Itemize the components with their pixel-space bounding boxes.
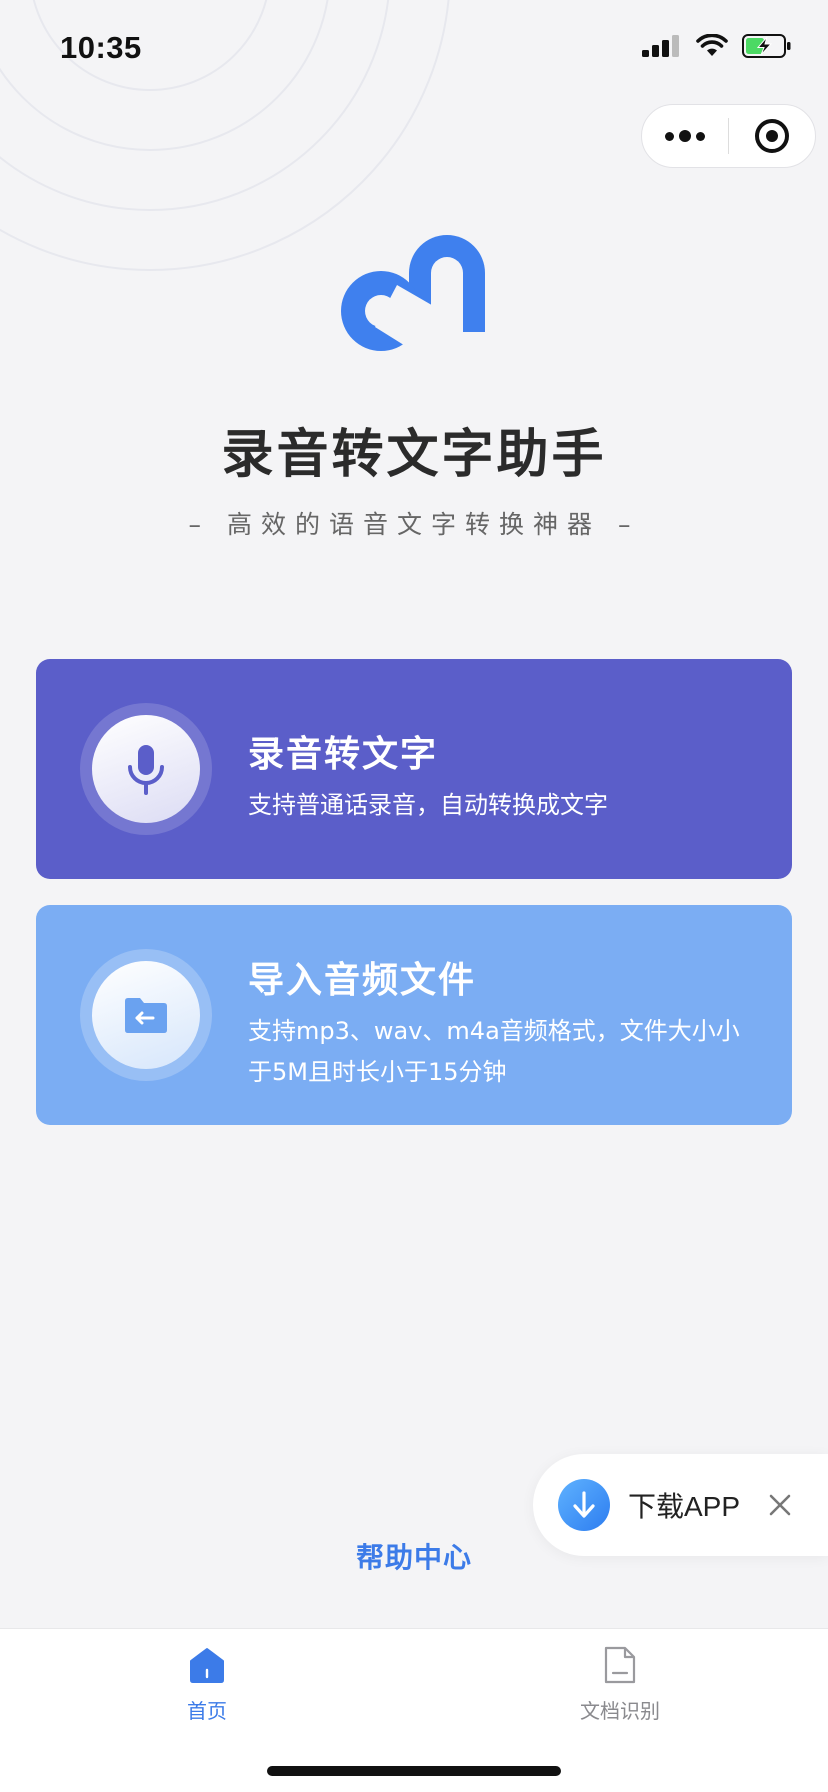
- battery-charging-icon: [742, 34, 791, 58]
- signal-icon: [642, 35, 679, 57]
- exit-miniprogram-button[interactable]: [729, 105, 815, 167]
- status-icons: [642, 34, 792, 58]
- help-center-link[interactable]: 帮助中心: [0, 1536, 828, 1576]
- download-app-label: 下载APP: [628, 1491, 741, 1522]
- status-time: 10:35: [60, 30, 142, 65]
- close-download-banner-button[interactable]: [766, 1491, 794, 1519]
- home-icon: [190, 1648, 224, 1683]
- wifi-icon: [696, 34, 728, 56]
- card-icon-halo: [80, 703, 212, 835]
- folder-import-icon: [125, 998, 167, 1033]
- microphone-icon: [128, 745, 164, 795]
- more-options-button[interactable]: [642, 105, 728, 167]
- close-icon: [769, 1494, 791, 1516]
- tab-home[interactable]: 首页: [137, 1643, 277, 1724]
- record-to-text-card[interactable]: 录音转文字 支持普通话录音，自动转换成文字: [36, 659, 792, 879]
- tab-document-recognition[interactable]: 文档识别: [550, 1643, 690, 1724]
- document-icon: [604, 1646, 636, 1684]
- import-audio-card[interactable]: 导入音频文件 支持mp3、wav、m4a音频格式，文件大小小于5M且时长小于15…: [36, 905, 792, 1125]
- tab-label: 首页: [187, 1699, 227, 1723]
- miniprogram-capsule: [641, 104, 816, 168]
- card-icon-disc: [92, 715, 200, 823]
- card-description: 支持普通话录音，自动转换成文字: [248, 791, 608, 819]
- download-icon: [558, 1479, 610, 1531]
- tab-label: 文档识别: [580, 1699, 660, 1723]
- card-icon-disc: [92, 961, 200, 1069]
- target-icon: [755, 119, 789, 153]
- more-dot-icon: [696, 131, 705, 141]
- more-dot-icon: [665, 131, 674, 141]
- status-bar: 10:35: [0, 0, 828, 100]
- card-icon-halo: [80, 949, 212, 1081]
- card-description: 支持mp3、wav、m4a音频格式，文件大小小于5M且时长小于15分钟: [248, 1017, 740, 1086]
- card-title: 录音转文字: [248, 734, 439, 775]
- app-subtitle: – 高效的语音文字转换神器 –: [188, 510, 640, 539]
- app-logo-icon: [341, 235, 485, 357]
- card-title: 导入音频文件: [248, 960, 477, 1001]
- app-title: 录音转文字助手: [221, 425, 607, 485]
- home-indicator: [267, 1766, 561, 1776]
- more-dot-icon: [679, 130, 691, 142]
